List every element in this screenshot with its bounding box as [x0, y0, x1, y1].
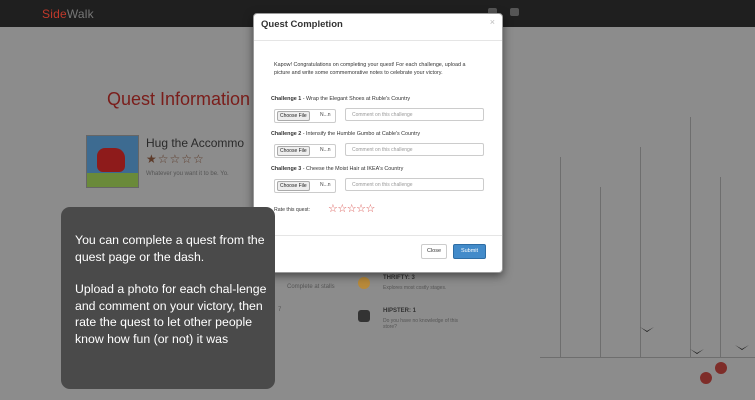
tooltip-paragraph-2: Upload a photo for each chal-lenge and c… [75, 282, 267, 346]
challenge-number: Challenge 3 [271, 166, 302, 172]
close-icon[interactable]: × [490, 17, 495, 27]
thrifty-badge-icon [358, 277, 370, 289]
stat-value: 7 [278, 307, 282, 313]
page-title: Quest Information [107, 89, 251, 109]
quest-image [86, 135, 139, 188]
quest-rating: ★☆☆☆☆ [146, 152, 205, 166]
brand-side: Side [42, 7, 67, 21]
quest-description: Whatever you want it to be. Yo. [146, 171, 229, 177]
rate-label: Rate this quest: [274, 207, 311, 213]
file-name: N...n [320, 112, 331, 118]
challenge-text: - Wrap the Elegant Shoes at Ruble's Coun… [301, 96, 411, 102]
modal-title: Quest Completion [261, 19, 343, 30]
modal-intro-text: Kapow! Congratulations on completing you… [274, 62, 466, 76]
bird-silhouette-icon [735, 345, 749, 350]
challenge-2-label: Challenge 2 - Intensify the Humble Gumbo… [271, 131, 420, 137]
challenge-1-comment-input[interactable]: Comment on this challenge [345, 108, 484, 121]
bird-silhouette-icon [690, 349, 704, 354]
modal-header: Quest Completion × [254, 14, 502, 41]
challenge-text: - Cheese the Moist Hair at IKEA's Countr… [301, 166, 404, 172]
quest-image-grass [87, 173, 138, 187]
city-sketch-line [640, 147, 641, 357]
tooltip-paragraph-1: You can complete a quest from the quest … [75, 233, 265, 264]
choose-file-button[interactable]: Choose File [277, 181, 310, 191]
submit-button[interactable]: Submit [453, 244, 486, 259]
challenge-3-file-input[interactable]: Choose File N...n [274, 179, 336, 193]
city-sketch-line [600, 187, 601, 357]
challenge-3-comment-input[interactable]: Comment on this challenge [345, 178, 484, 191]
modal-footer-divider [254, 235, 502, 236]
badge-desc: Explores most costly stages. [383, 285, 447, 291]
choose-file-button[interactable]: Choose File [277, 146, 310, 156]
city-sketch-line [560, 157, 561, 357]
choose-file-button[interactable]: Choose File [277, 111, 310, 121]
instruction-tooltip: You can complete a quest from the quest … [61, 207, 275, 389]
challenge-1-file-input[interactable]: Choose File N...n [274, 109, 336, 123]
challenge-number: Challenge 2 [271, 131, 302, 137]
file-name: N...n [320, 147, 331, 153]
file-name: N...n [320, 182, 331, 188]
badge-desc: Do you have no knowledge of this store? [383, 318, 459, 330]
hipster-badge-icon [358, 310, 370, 322]
bird-silhouette-icon [640, 327, 654, 332]
tree-sketch [715, 362, 727, 374]
rating-stars[interactable]: ☆☆☆☆☆ [328, 202, 375, 215]
challenge-number: Challenge 1 [271, 96, 302, 102]
challenge-text: - Intensify the Humble Gumbo at Cable's … [301, 131, 421, 137]
city-sketch-line [540, 357, 755, 358]
quest-completion-modal: Quest Completion × Kapow! Congratulation… [253, 13, 503, 273]
city-sketch-line [720, 177, 721, 357]
badge-title: THRIFTY: 3 [383, 275, 415, 281]
quest-name: Hug the Accommo [146, 136, 245, 150]
badge-title: HIPSTER: 1 [383, 308, 417, 314]
flag-icon[interactable] [510, 8, 519, 16]
stat-label: Complete at stalls [287, 284, 335, 290]
brand-walk: Walk [66, 7, 94, 21]
challenge-1-label: Challenge 1 - Wrap the Elegant Shoes at … [271, 96, 410, 102]
challenge-2-comment-input[interactable]: Comment on this challenge [345, 143, 484, 156]
challenge-3-label: Challenge 3 - Cheese the Moist Hair at I… [271, 166, 403, 172]
brand-logo[interactable]: SideWalk [42, 7, 94, 21]
close-button[interactable]: Close [421, 244, 447, 259]
challenge-2-file-input[interactable]: Choose File N...n [274, 144, 336, 158]
quest-image-dog [97, 148, 125, 172]
city-sketch-line [690, 117, 691, 357]
tree-sketch [700, 372, 712, 384]
